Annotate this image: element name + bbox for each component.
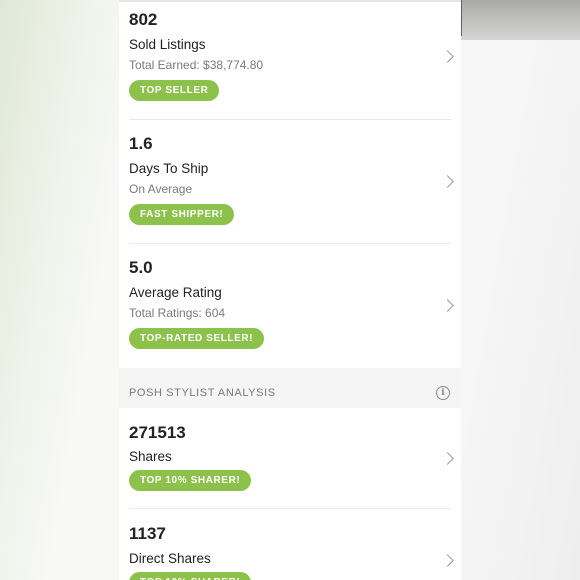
stat-number: 271513 — [129, 423, 186, 442]
chevron-right-icon — [441, 554, 454, 567]
stat-number: 1137 — [129, 524, 166, 543]
stat-label: Sold Listings — [129, 37, 206, 52]
status-badge: TOP-RATED SELLER! — [129, 328, 265, 349]
stat-row-direct-shares[interactable]: 1137 Direct Shares TOP 10% SHARER! — [119, 510, 461, 580]
stat-number: 802 — [129, 10, 158, 29]
stat-label: Shares — [129, 449, 172, 464]
status-badge: TOP 10% SHARER! — [129, 470, 252, 491]
section-header-posh-stylist-analysis: POSH STYLIST ANALYSIS i — [119, 368, 461, 408]
chevron-right-icon — [441, 299, 454, 312]
stat-label: Days To Ship — [129, 161, 209, 176]
stat-number: 1.6 — [129, 134, 153, 153]
stat-row-shares[interactable]: 271513 Shares TOP 10% SHARER! — [119, 408, 461, 508]
section-title: POSH STYLIST ANALYSIS — [129, 387, 276, 399]
row-divider — [129, 508, 451, 509]
stat-label: Direct Shares — [129, 551, 211, 566]
status-badge: TOP SELLER — [129, 80, 220, 101]
info-icon[interactable]: i — [436, 386, 450, 400]
stat-row-average-rating[interactable]: 5.0 Average Rating Total Ratings: 604 TO… — [119, 248, 461, 368]
chevron-right-icon — [441, 50, 454, 63]
row-divider — [129, 243, 451, 244]
stat-subtext: Total Ratings: 604 — [129, 306, 226, 320]
chevron-right-icon — [441, 175, 454, 188]
status-badge: FAST SHIPPER! — [129, 204, 235, 225]
stat-subtext: Total Earned: $38,774.80 — [129, 58, 264, 72]
row-divider — [129, 119, 451, 120]
seller-stats-panel: 802 Sold Listings Total Earned: $38,774.… — [119, 0, 461, 580]
status-badge: TOP 10% SHARER! — [129, 572, 252, 580]
chevron-right-icon — [441, 452, 454, 465]
stat-row-days-to-ship[interactable]: 1.6 Days To Ship On Average FAST SHIPPER… — [119, 124, 461, 244]
stat-row-sold-listings[interactable]: 802 Sold Listings Total Earned: $38,774.… — [119, 0, 461, 120]
stat-subtext: On Average — [129, 182, 193, 196]
stat-label: Average Rating — [129, 285, 222, 300]
stat-number: 5.0 — [129, 258, 153, 277]
